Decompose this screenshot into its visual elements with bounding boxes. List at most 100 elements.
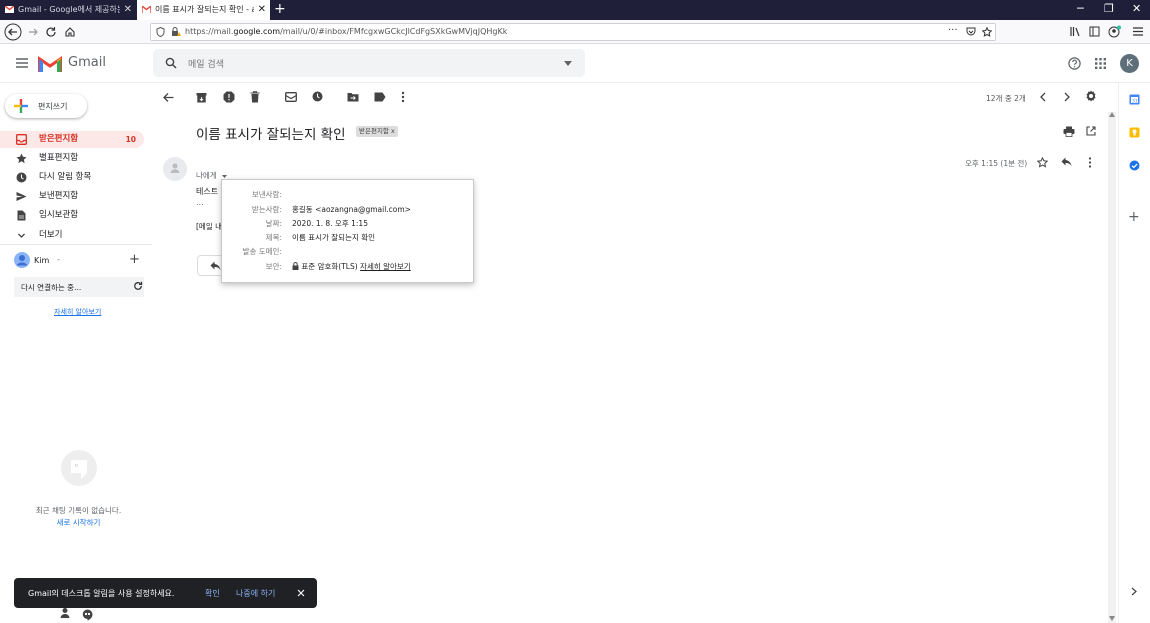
report-spam-icon[interactable] <box>223 91 235 103</box>
draft-file-icon <box>17 210 26 221</box>
learn-more-link[interactable]: 자세히 알아보기 <box>54 307 101 317</box>
star-outline-icon[interactable] <box>1037 157 1048 168</box>
account-sync-icon[interactable] <box>1108 25 1121 38</box>
sidebar-item-snoozed[interactable]: 다시 알림 항목 <box>0 169 144 186</box>
more-options-icon[interactable] <box>401 91 405 103</box>
label-chip-text: 받은편지함 <box>359 127 389 135</box>
calendar-icon[interactable]: 31 <box>1129 94 1140 105</box>
new-tab-icon[interactable]: + <box>274 1 286 17</box>
hangouts-quote-icon <box>82 609 93 621</box>
clock-icon <box>16 172 27 183</box>
message-details-popup: 보낸사람: 받는사람: 홍길동 <aozangna@gmail.com> 날짜:… <box>221 179 474 283</box>
apps-grid-icon[interactable] <box>1095 58 1106 69</box>
older-chevron-icon[interactable] <box>1063 92 1071 102</box>
message-body-clipped-text: [메일 내 <box>196 222 223 231</box>
back-to-inbox-icon[interactable] <box>163 92 174 103</box>
url-bar[interactable]: https://mail.google.com/mail/u/0/#inbox/… <box>150 23 996 41</box>
delete-trash-icon[interactable] <box>250 91 260 103</box>
shield-icon[interactable] <box>156 27 165 37</box>
sidebar-item-label: 더보기 <box>39 230 63 240</box>
forward-icon[interactable] <box>27 26 39 38</box>
reload-icon[interactable] <box>45 26 57 38</box>
contacts-person-icon[interactable] <box>60 607 70 619</box>
trimmed-content-toggle[interactable]: ... <box>196 198 204 207</box>
tab-close-icon[interactable]: ✕ <box>258 0 266 20</box>
search-input[interactable]: 메일 검색 <box>188 57 224 70</box>
search-options-caret-icon[interactable] <box>564 61 572 66</box>
search-icon[interactable] <box>165 57 177 69</box>
compose-button[interactable]: 편지쓰기 <box>5 94 87 118</box>
remove-label-icon[interactable]: x <box>391 127 395 135</box>
add-chat-icon[interactable]: + <box>129 252 140 267</box>
move-to-folder-icon[interactable] <box>347 92 359 102</box>
settings-gear-icon[interactable] <box>1085 90 1097 102</box>
tasks-icon[interactable] <box>1129 160 1140 171</box>
person-silhouette-icon <box>170 163 180 173</box>
sidebar-item-label: 받은편지함 <box>39 134 79 144</box>
library-icon[interactable] <box>1070 26 1081 37</box>
main-menu-icon[interactable] <box>16 58 28 68</box>
hangouts-user-name[interactable]: Kim <box>34 256 49 265</box>
padlock-icon <box>292 262 299 270</box>
hangouts-user-avatar[interactable] <box>14 252 30 268</box>
security-label: 보안: <box>265 262 282 271</box>
sidebar-item-inbox[interactable]: 받은편지함 10 <box>0 131 144 148</box>
sidebar-item-more[interactable]: 더보기 <box>0 227 144 244</box>
print-icon[interactable] <box>1063 126 1075 137</box>
reply-icon[interactable] <box>1061 157 1072 167</box>
archive-icon[interactable] <box>196 92 207 103</box>
inbox-label-chip[interactable]: 받은편지함 x <box>356 126 398 137</box>
add-on-plus-icon[interactable]: + <box>1128 209 1140 225</box>
gmail-header: Gmail 메일 검색 K <box>0 44 1150 83</box>
bookmark-star-icon[interactable] <box>982 27 992 37</box>
browser-menu-icon[interactable] <box>1133 27 1143 36</box>
scroll-up-arrow-icon[interactable] <box>1109 112 1115 117</box>
back-icon[interactable] <box>4 23 22 41</box>
refresh-icon[interactable] <box>133 281 143 291</box>
hangouts-status-caret[interactable]: - <box>57 255 60 264</box>
sidebar-item-starred[interactable]: 별표편지함 <box>0 150 144 167</box>
snackbar-close-icon[interactable] <box>297 589 305 597</box>
browser-tab-message[interactable]: 이름 표시가 잘되는지 확인 - a ✕ <box>137 0 270 20</box>
scroll-down-arrow-icon[interactable] <box>1109 616 1115 621</box>
gmail-logo-icon[interactable] <box>38 56 62 73</box>
tab-close-icon[interactable]: ✕ <box>124 0 132 20</box>
sidebar-toggle-icon[interactable] <box>1089 26 1100 37</box>
keep-notes-icon[interactable] <box>1129 127 1140 138</box>
sidebar-item-sent[interactable]: 보낸편지함 <box>0 188 144 205</box>
lock-warning-icon[interactable] <box>171 27 181 37</box>
snooze-clock-icon[interactable] <box>312 91 323 102</box>
security-learn-more-link[interactable]: 자세히 알아보기 <box>360 262 411 271</box>
enable-notifications-button[interactable]: 확인 <box>205 588 220 599</box>
content-scrollbar[interactable] <box>1108 112 1116 623</box>
sidebar-item-label: 보낸편지함 <box>39 191 79 201</box>
chat-empty-illustration: " <box>61 450 97 486</box>
pagination-count: 12개 중 2개 <box>986 94 1026 103</box>
svg-text:": " <box>74 463 79 474</box>
account-avatar[interactable]: K <box>1120 54 1139 73</box>
page-actions-icon[interactable]: ··· <box>948 25 958 36</box>
url-text: https://mail.google.com/mail/u/0/#inbox/… <box>185 27 507 36</box>
browser-tab-gmail-inbox[interactable]: Gmail - Google에서 제공하는 ✕ <box>0 0 136 20</box>
date-label: 날짜: <box>265 219 282 228</box>
home-icon[interactable] <box>64 26 76 38</box>
help-icon[interactable] <box>1068 57 1081 70</box>
details-caret-icon[interactable] <box>222 174 228 178</box>
expand-panel-chevron-icon[interactable] <box>1131 587 1137 596</box>
newer-chevron-icon[interactable] <box>1039 92 1047 102</box>
sidebar-item-drafts[interactable]: 임시보관함 <box>0 207 144 224</box>
pocket-icon[interactable] <box>966 27 976 37</box>
restore-icon[interactable]: ❐ <box>1104 2 1114 15</box>
message-more-icon[interactable] <box>1088 157 1092 168</box>
mark-unread-icon[interactable] <box>285 92 297 102</box>
start-chat-link[interactable]: 새로 시작하기 <box>0 517 157 528</box>
security-value: 표준 암호화(TLS) 자세히 알아보기 <box>292 261 411 272</box>
search-box[interactable]: 메일 검색 <box>153 49 585 77</box>
remind-later-button[interactable]: 나중에 하기 <box>236 588 275 599</box>
tab-title: 이름 표시가 잘되는지 확인 - a <box>155 5 254 14</box>
open-in-new-window-icon[interactable] <box>1086 126 1096 136</box>
label-tag-icon[interactable] <box>374 92 386 102</box>
minimize-icon[interactable]: ─ <box>1077 2 1084 15</box>
window-close-icon[interactable]: ✕ <box>1132 2 1141 15</box>
tab-title: Gmail - Google에서 제공하는 <box>18 5 120 14</box>
